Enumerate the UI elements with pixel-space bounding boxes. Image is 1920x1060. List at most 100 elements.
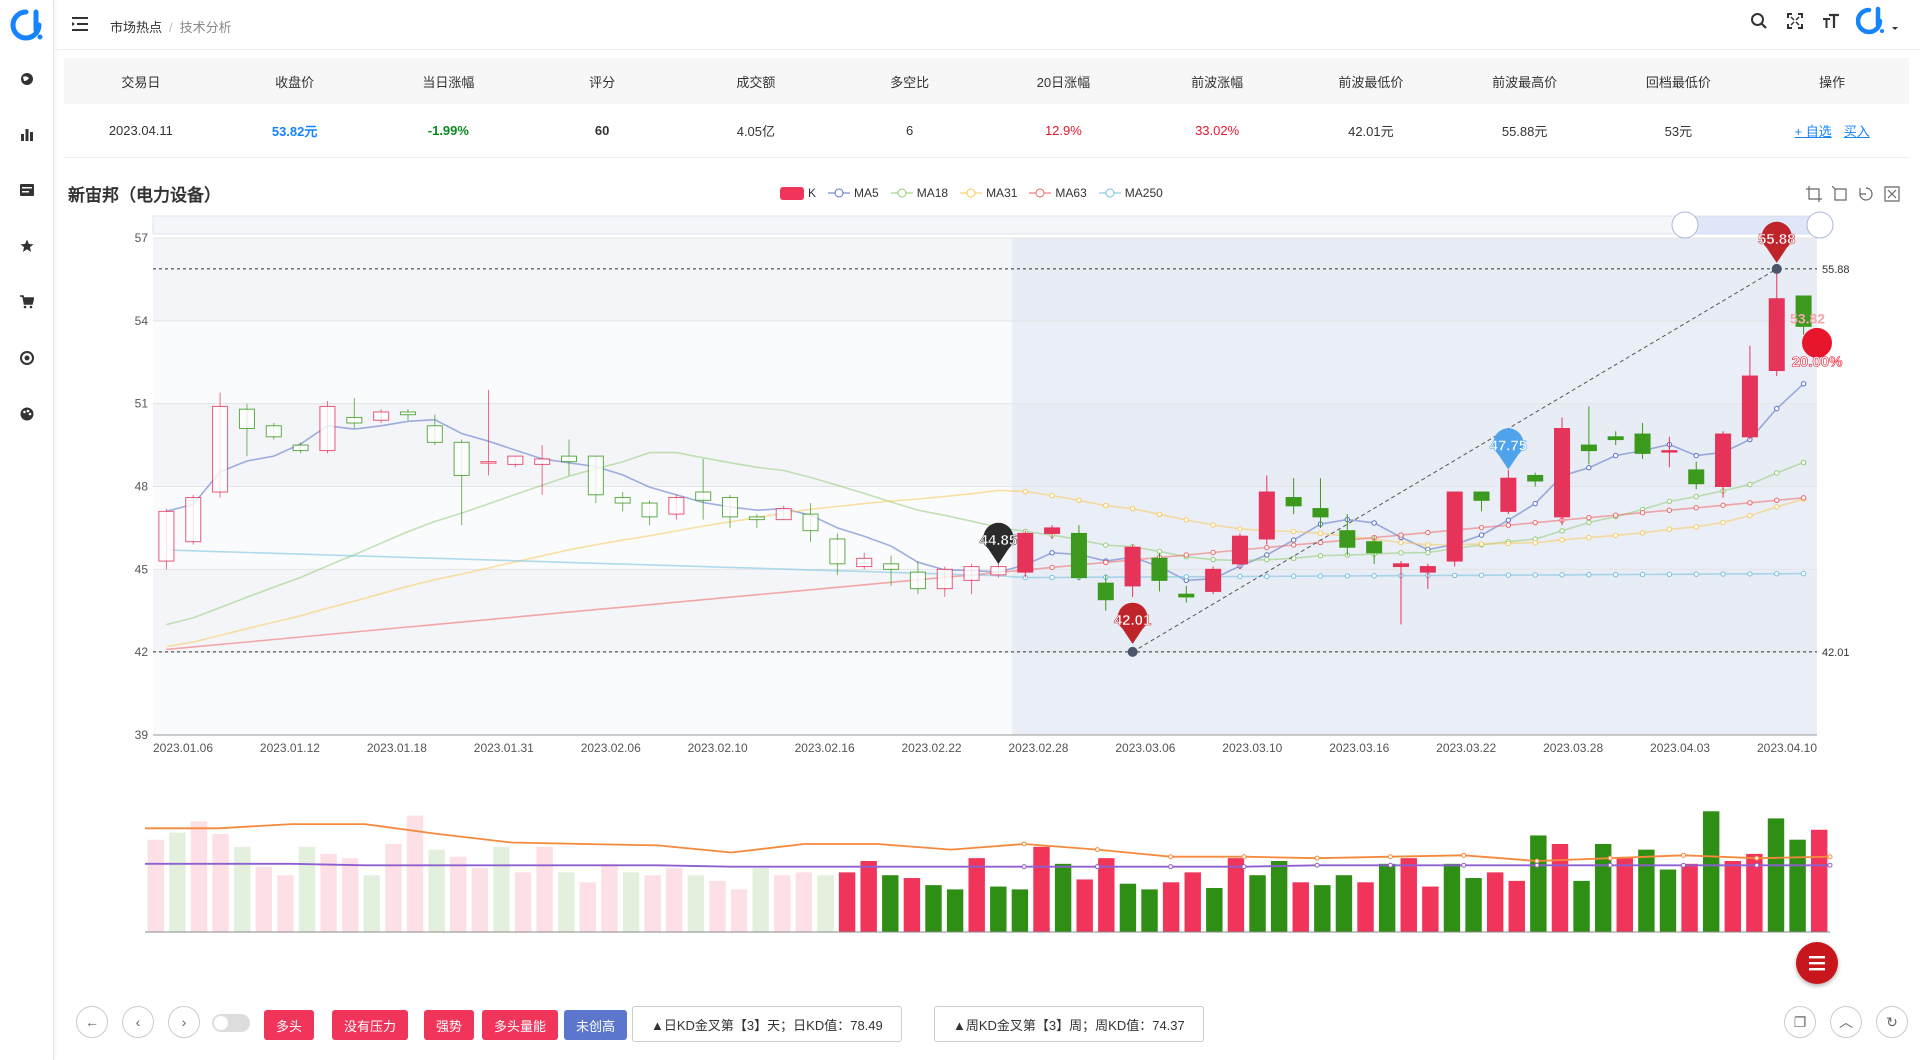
ma-point [1317,552,1324,559]
candle-body [265,425,282,438]
candle-body [1392,563,1410,568]
ma-point [1478,572,1485,578]
ma-point [1425,529,1431,536]
low-line-label: 42.01 [1822,647,1850,659]
ma-point [1800,459,1807,466]
tag-no-new-high[interactable]: 未创高 [564,1010,628,1040]
ma-point [1800,381,1807,387]
volume-bar [493,846,510,932]
ma-point [1532,540,1538,546]
candle-body [238,408,255,430]
candle-body [668,497,685,515]
candle-body [695,491,712,501]
tag-strong[interactable]: 强势 [424,1010,475,1040]
candle-body [1097,582,1114,601]
volume-bar [666,868,683,932]
ma-point [1800,495,1807,501]
volume-bar [255,866,273,932]
volume-bar [1616,858,1633,932]
volume-bar [1810,829,1828,932]
volume-bar [579,882,597,932]
back-arrow-button[interactable]: ← [76,1006,108,1038]
candle-body [614,497,631,504]
volume-bar [406,815,424,932]
tag-no-pressure[interactable]: 没有压力 [332,1010,409,1040]
candlestick-chart[interactable]: 57 54 51 48 45 42 39 2023.01.06 2023.01.12 2023.0… [0,0,1920,1000]
ma-point [1237,573,1243,580]
toggle-switch[interactable] [212,1014,250,1032]
ma-point [1290,573,1297,579]
ma-point [1210,549,1216,556]
next-button[interactable]: › [168,1006,200,1038]
ma-point [1774,470,1780,476]
volume-bar [1789,839,1806,932]
volume-bar [1292,882,1309,932]
ma-point [1747,512,1753,519]
x-tick-label: 2023.03.10 [1222,741,1282,755]
ma-point [1586,519,1592,526]
candle-body [1205,568,1222,592]
floating-menu-button[interactable] [1796,942,1838,984]
refresh-icon[interactable]: ↻ [1876,1006,1908,1038]
ma-point [1774,504,1780,510]
ma-point [1317,573,1324,579]
candle-body [1715,433,1732,487]
volume-bar [622,872,640,932]
candle-body [1070,532,1087,579]
volume-bar [428,849,445,932]
ma-point [1613,452,1619,459]
y-tick-label: 54 [135,314,149,328]
volume-bar [925,885,942,932]
scroll-top-icon[interactable]: ︿ [1830,1006,1862,1038]
x-tick-label: 2023.02.28 [1008,741,1068,755]
volume-bar [817,875,834,932]
bottom-toolbar: ← ‹ › 多头 没有压力 强势 多头量能 未创高 ▲日KD金叉第【3】天；日K… [54,1000,1920,1050]
ma-point [1720,571,1726,577]
candle-body [722,497,739,518]
ma-point [1747,481,1753,488]
copy-icon[interactable]: ❐ [1784,1006,1816,1038]
high-line-label: 55.88 [1822,264,1850,276]
tag-bullish-volume[interactable]: 多头量能 [482,1010,559,1040]
ma-point [1747,500,1753,506]
tag-bullish[interactable]: 多头 [264,1010,315,1040]
candle-body [748,516,765,521]
volume-ma-point [1387,854,1393,860]
x-tick-label: 2023.01.18 [367,741,427,755]
ma-point [1586,465,1592,471]
volume-ma-point [1094,847,1100,853]
ma-point [1613,532,1619,539]
candle-body [212,405,229,493]
candle-body [1285,497,1302,507]
candle-body [1312,508,1329,518]
ma-point [1049,550,1055,556]
candle-body [1178,593,1195,598]
volume-bar [1400,858,1417,932]
ma-point [1049,492,1055,499]
volume-bar [1227,858,1245,932]
candle-body [1231,535,1248,565]
prev-button[interactable]: ‹ [122,1006,154,1038]
low-marker-label: 42.01 [1114,612,1152,629]
ma-point [1639,510,1646,516]
zoom-handle-right [1806,211,1834,239]
ma-point [1371,573,1377,579]
ma-point [1532,572,1538,578]
ma-point [1398,550,1404,556]
candle-body [936,568,953,590]
volume-bar [1184,872,1201,932]
wave-high-point [1771,263,1782,274]
x-tick-label: 2023.03.16 [1329,741,1389,755]
volume-bar [644,875,661,932]
volume-ma-point [1754,862,1760,868]
ma-point [1586,572,1592,578]
volume-ma-point [1607,862,1613,868]
volume-bar [968,858,985,932]
ma-point [1049,574,1055,581]
ma-point [1774,571,1780,577]
volume-bar [169,832,186,932]
ma-point [1559,528,1565,534]
y-tick-label: 39 [135,728,149,742]
volume-bar [471,868,489,932]
volume-ma-point [1461,852,1467,858]
